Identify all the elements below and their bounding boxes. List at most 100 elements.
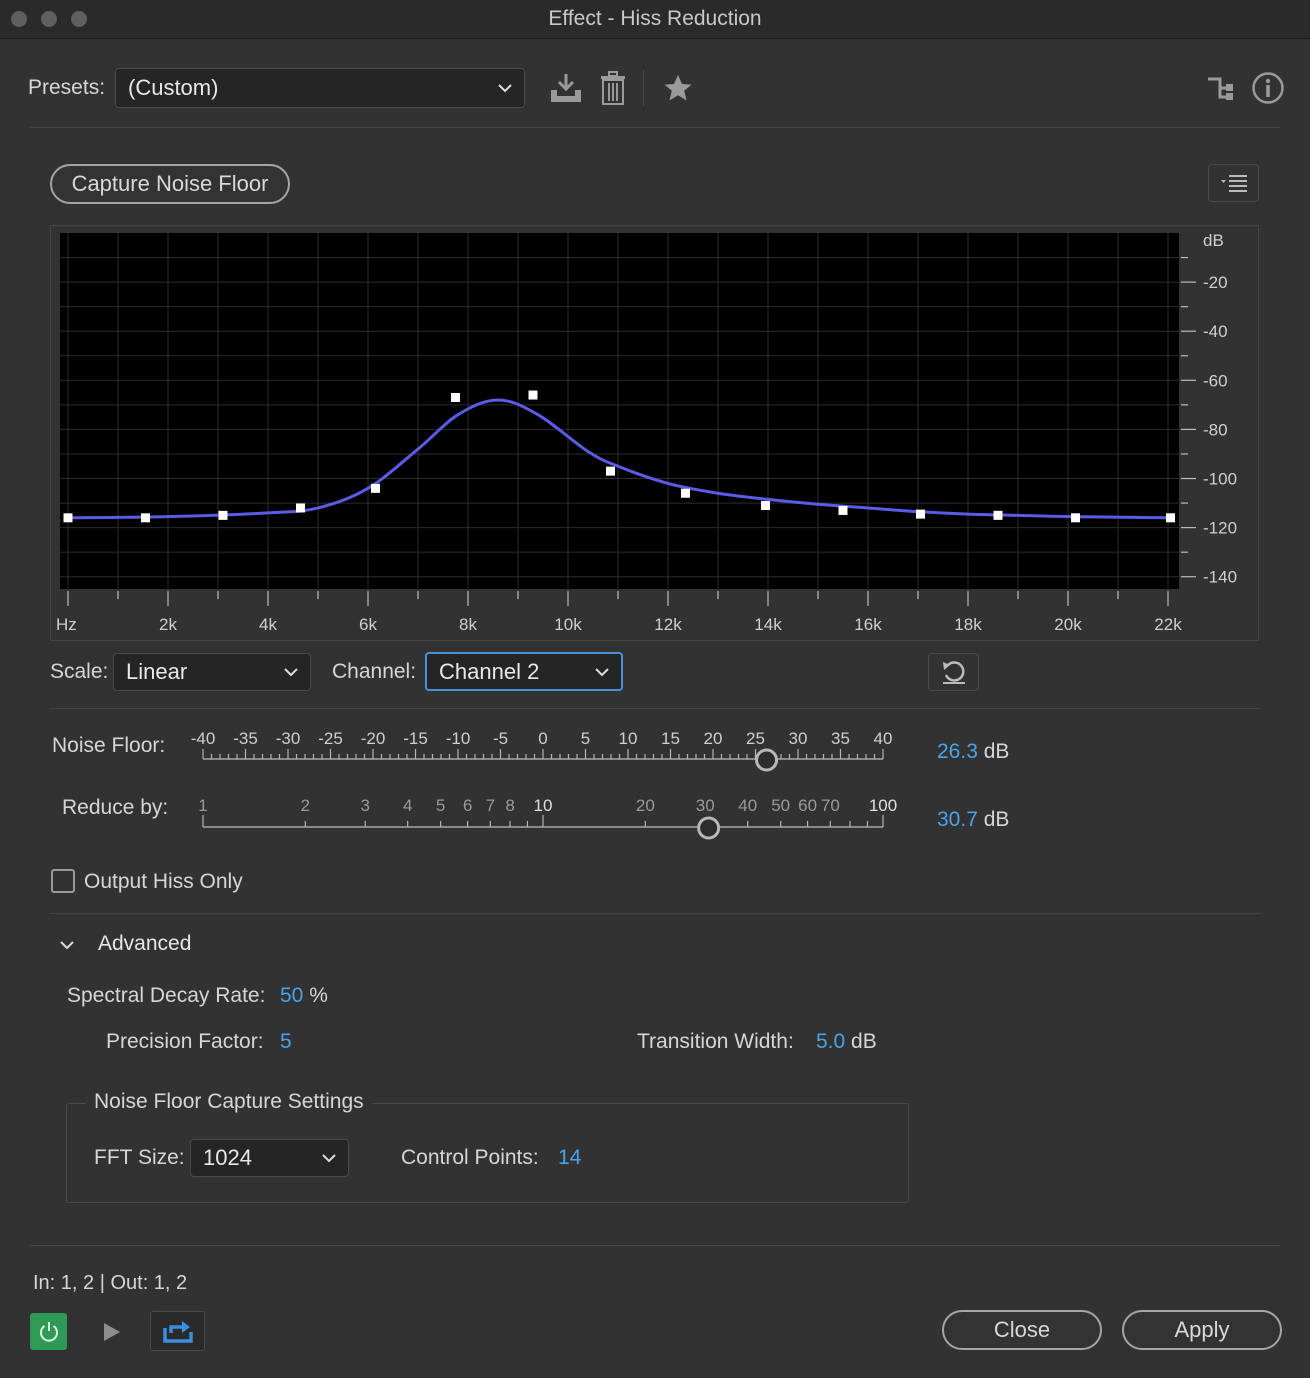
y-tick-label: -120 xyxy=(1203,519,1237,538)
transition-width-value[interactable]: 5.0 xyxy=(816,1030,845,1053)
scale-dropdown[interactable]: Linear xyxy=(113,653,311,691)
spectral-decay-readout[interactable]: 50 % xyxy=(280,984,328,1008)
reset-icon xyxy=(942,661,965,684)
control-point-handle[interactable] xyxy=(761,501,770,511)
slider-tick-label: 2 xyxy=(301,796,310,815)
slider-tick-label: -20 xyxy=(361,729,386,748)
noise-floor-slider-thumb[interactable] xyxy=(755,748,779,772)
spectral-decay-value[interactable]: 50 xyxy=(280,984,303,1007)
fft-size-dropdown[interactable]: 1024 xyxy=(190,1139,349,1177)
download-icon xyxy=(551,74,581,102)
save-preset-button[interactable] xyxy=(548,70,584,106)
spectral-decay-unit: % xyxy=(309,984,328,1007)
x-tick-label: 8k xyxy=(459,615,477,634)
control-point-handle[interactable] xyxy=(528,390,538,400)
chevron-down-icon xyxy=(284,668,298,677)
play-icon xyxy=(104,1322,120,1341)
advanced-section-toggle[interactable]: Advanced xyxy=(98,932,191,956)
y-unit-label: dB xyxy=(1203,231,1224,250)
apply-button[interactable]: Apply xyxy=(1122,1310,1282,1350)
star-icon xyxy=(664,75,692,101)
reset-curve-button[interactable] xyxy=(928,653,979,691)
slider-tick-label: 50 xyxy=(771,796,790,815)
noise-profile-graph[interactable]: -20 -40 -60 -80 -100 -120 -140 Hz 2k 4k 6k 8k 10k 12… xyxy=(50,225,1259,641)
control-point-handle[interactable] xyxy=(371,483,380,493)
control-point-handle[interactable] xyxy=(606,466,615,476)
noise-floor-slider[interactable]: -40 -35 -30 -25 -20 -15 -10 -5 0 5 10 15 20 25 30 35 40 xyxy=(170,722,900,782)
slider-tick-label: -30 xyxy=(276,729,301,748)
x-tick-label: 10k xyxy=(554,615,582,634)
slider-tick-label: 30 xyxy=(789,729,808,748)
reduce-by-slider-thumb[interactable] xyxy=(697,816,721,840)
capture-settings-title: Noise Floor Capture Settings xyxy=(86,1090,372,1114)
y-tick-label: -60 xyxy=(1203,371,1228,390)
x-tick-label: 6k xyxy=(359,615,377,634)
transition-width-readout[interactable]: 5.0 dB xyxy=(816,1030,877,1054)
control-point-handle[interactable] xyxy=(1166,513,1175,523)
chevron-down-icon xyxy=(322,1154,336,1163)
noise-floor-readout[interactable]: 26.3 dB xyxy=(937,740,1009,764)
y-tick-label: -40 xyxy=(1203,322,1228,341)
channel-label: Channel: xyxy=(332,660,417,683)
control-point-handle[interactable] xyxy=(296,503,305,513)
delete-preset-button[interactable] xyxy=(598,70,628,106)
x-tick-label: 14k xyxy=(754,615,782,634)
chevron-down-icon[interactable] xyxy=(58,936,76,954)
slider-tick-label: -10 xyxy=(446,729,471,748)
control-point-handle[interactable] xyxy=(993,510,1003,520)
slider-tick-label: 35 xyxy=(831,729,850,748)
x-tick-label: 20k xyxy=(1054,615,1082,634)
reduce-by-label: Reduce by: xyxy=(62,796,169,819)
reduce-by-readout[interactable]: 30.7 dB xyxy=(937,808,1009,832)
separator xyxy=(30,127,1280,128)
x-tick-label: 2k xyxy=(159,615,177,634)
control-points-value[interactable]: 14 xyxy=(558,1146,581,1170)
trash-icon xyxy=(601,71,625,105)
control-point-handle[interactable] xyxy=(838,505,848,515)
fft-size-value: 1024 xyxy=(203,1145,252,1170)
slider-tick-label: 15 xyxy=(661,729,680,748)
capture-noise-floor-button[interactable]: Capture Noise Floor xyxy=(50,164,290,204)
slider-tick-label: 8 xyxy=(505,796,514,815)
routing-button[interactable] xyxy=(1202,70,1238,106)
close-button[interactable]: Close xyxy=(942,1310,1102,1350)
control-point-handle[interactable] xyxy=(218,510,228,520)
output-hiss-only-checkbox[interactable] xyxy=(51,869,75,893)
control-point-handle[interactable] xyxy=(916,509,925,519)
info-button[interactable] xyxy=(1250,70,1286,106)
control-point-handle[interactable] xyxy=(63,513,73,523)
fft-size-label: FFT Size: xyxy=(94,1146,185,1169)
noise-floor-value[interactable]: 26.3 xyxy=(937,740,978,763)
x-tick-label: 12k xyxy=(654,615,682,634)
reduce-by-value[interactable]: 30.7 xyxy=(937,808,978,831)
control-point-handle[interactable] xyxy=(1071,513,1080,523)
control-point-handle[interactable] xyxy=(451,392,460,402)
channel-dropdown[interactable]: Channel 2 xyxy=(425,652,623,691)
separator xyxy=(30,1245,1280,1246)
preview-play-button[interactable] xyxy=(95,1313,127,1350)
output-hiss-only-label[interactable]: Output Hiss Only xyxy=(84,870,243,894)
graph-menu-button[interactable] xyxy=(1208,164,1259,202)
y-tick-label: -100 xyxy=(1203,470,1237,489)
slider-tick-label: -15 xyxy=(403,729,428,748)
precision-factor-value[interactable]: 5 xyxy=(280,1030,292,1054)
presets-dropdown[interactable]: (Custom) xyxy=(115,68,525,108)
routing-icon xyxy=(1208,77,1233,100)
scale-label: Scale: xyxy=(50,660,109,683)
favorite-button[interactable] xyxy=(660,70,696,106)
control-point-handle[interactable] xyxy=(141,513,150,523)
x-tick-label: 4k xyxy=(259,615,277,634)
power-toggle-button[interactable] xyxy=(30,1313,67,1350)
loop-toggle-button[interactable] xyxy=(150,1311,205,1351)
window-title: Effect - Hiss Reduction xyxy=(548,7,762,30)
plot-area xyxy=(60,233,1179,589)
slider-tick-label: 40 xyxy=(738,796,757,815)
toolbar-divider xyxy=(643,70,644,106)
control-point-handle[interactable] xyxy=(681,488,690,498)
reduce-by-slider[interactable]: 1 2 3 4 5 6 7 8 10 20 30 40 50 60 70 100 xyxy=(170,790,900,850)
precision-factor-label: Precision Factor: xyxy=(106,1030,264,1053)
slider-tick-label: 60 xyxy=(798,796,817,815)
y-tick-label: -140 xyxy=(1203,568,1237,587)
spectral-decay-label: Spectral Decay Rate: xyxy=(67,984,266,1007)
slider-tick-label: 6 xyxy=(463,796,472,815)
